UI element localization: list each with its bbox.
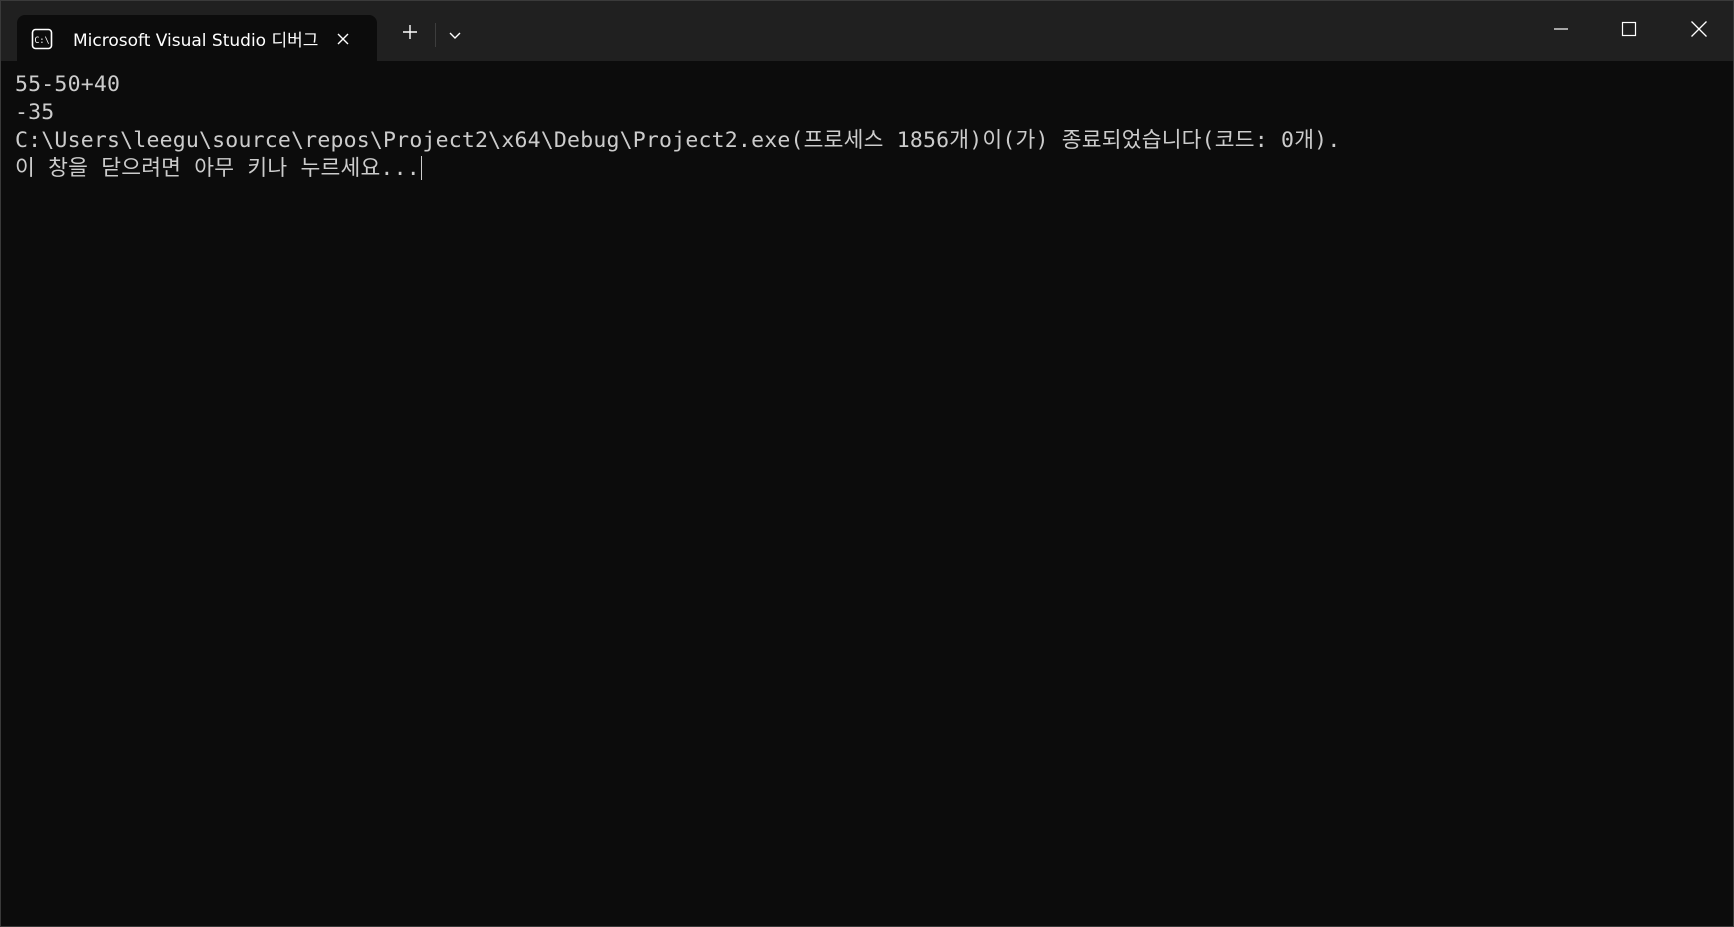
terminal-output[interactable]: 55-50+40 -35 C:\Users\leegu\source\repos… [15,71,1715,911]
tab-title: Microsoft Visual Studio 디버그 [73,31,319,51]
terminal-line-text: 이 창을 닫으려면 아무 키나 누르세요... [15,156,420,181]
maximize-icon [1621,21,1637,41]
tab-dropdown-button[interactable] [441,21,469,49]
terminal-window: C:\ Microsoft Visual Studio 디버그 55-50+40… [0,0,1734,927]
terminal-line: C:\Users\leegu\source\repos\Project2\x64… [15,128,1341,153]
console-icon: C:\ [31,28,53,50]
close-icon [1690,20,1708,42]
terminal-prompt-line: 이 창을 닫으려면 아무 키나 누르세요... [15,155,1715,183]
text-cursor [420,156,422,180]
svg-text:C:\: C:\ [34,36,49,46]
close-tab-icon[interactable] [329,25,357,53]
close-window-button[interactable] [1665,1,1733,61]
maximize-button[interactable] [1595,1,1663,61]
tab-separator [435,23,436,47]
new-tab-button[interactable] [395,19,425,49]
tab-debug-console[interactable]: C:\ Microsoft Visual Studio 디버그 [17,15,377,62]
chevron-down-icon [448,26,462,45]
title-bar[interactable]: C:\ Microsoft Visual Studio 디버그 [1,1,1733,62]
terminal-line: -35 [15,100,55,125]
terminal-line: 55-50+40 [15,72,121,97]
plus-icon [402,24,418,44]
minimize-icon [1553,21,1569,41]
minimize-button[interactable] [1527,1,1595,61]
